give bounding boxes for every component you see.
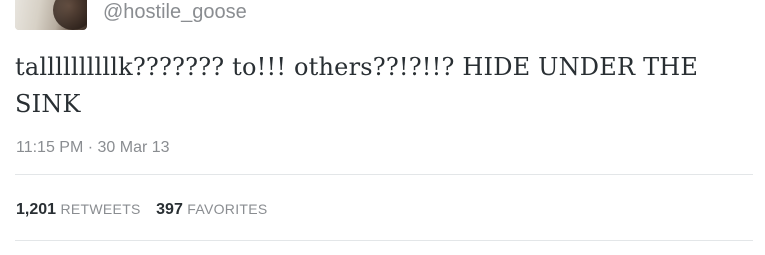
retweets-count: 1,201 (16, 201, 57, 218)
tweet-text: tallllllllllk??????? to!!! others??!?!!?… (15, 53, 699, 118)
tweet-timestamp[interactable]: 11:15 PM · 30 Mar 13 (16, 138, 170, 158)
retweets-label: RETWEETS (60, 201, 141, 217)
divider-top (15, 174, 753, 175)
retweets-stat[interactable]: 1,201 RETWEETS (16, 199, 141, 220)
tweet-time: 11:15 PM (16, 139, 84, 156)
favorites-count: 397 (156, 201, 183, 218)
tweet-date: 30 Mar 13 (97, 139, 170, 156)
avatar[interactable] (15, 0, 87, 30)
favorites-stat[interactable]: 397 FAVORITES (156, 199, 267, 220)
tweet-stats: 1,201 RETWEETS 397 FAVORITES (16, 199, 268, 220)
user-handle[interactable]: @hostile_goose (103, 0, 247, 24)
timestamp-separator: · (87, 139, 94, 156)
divider-bottom (15, 240, 753, 241)
favorites-label: FAVORITES (187, 201, 268, 217)
